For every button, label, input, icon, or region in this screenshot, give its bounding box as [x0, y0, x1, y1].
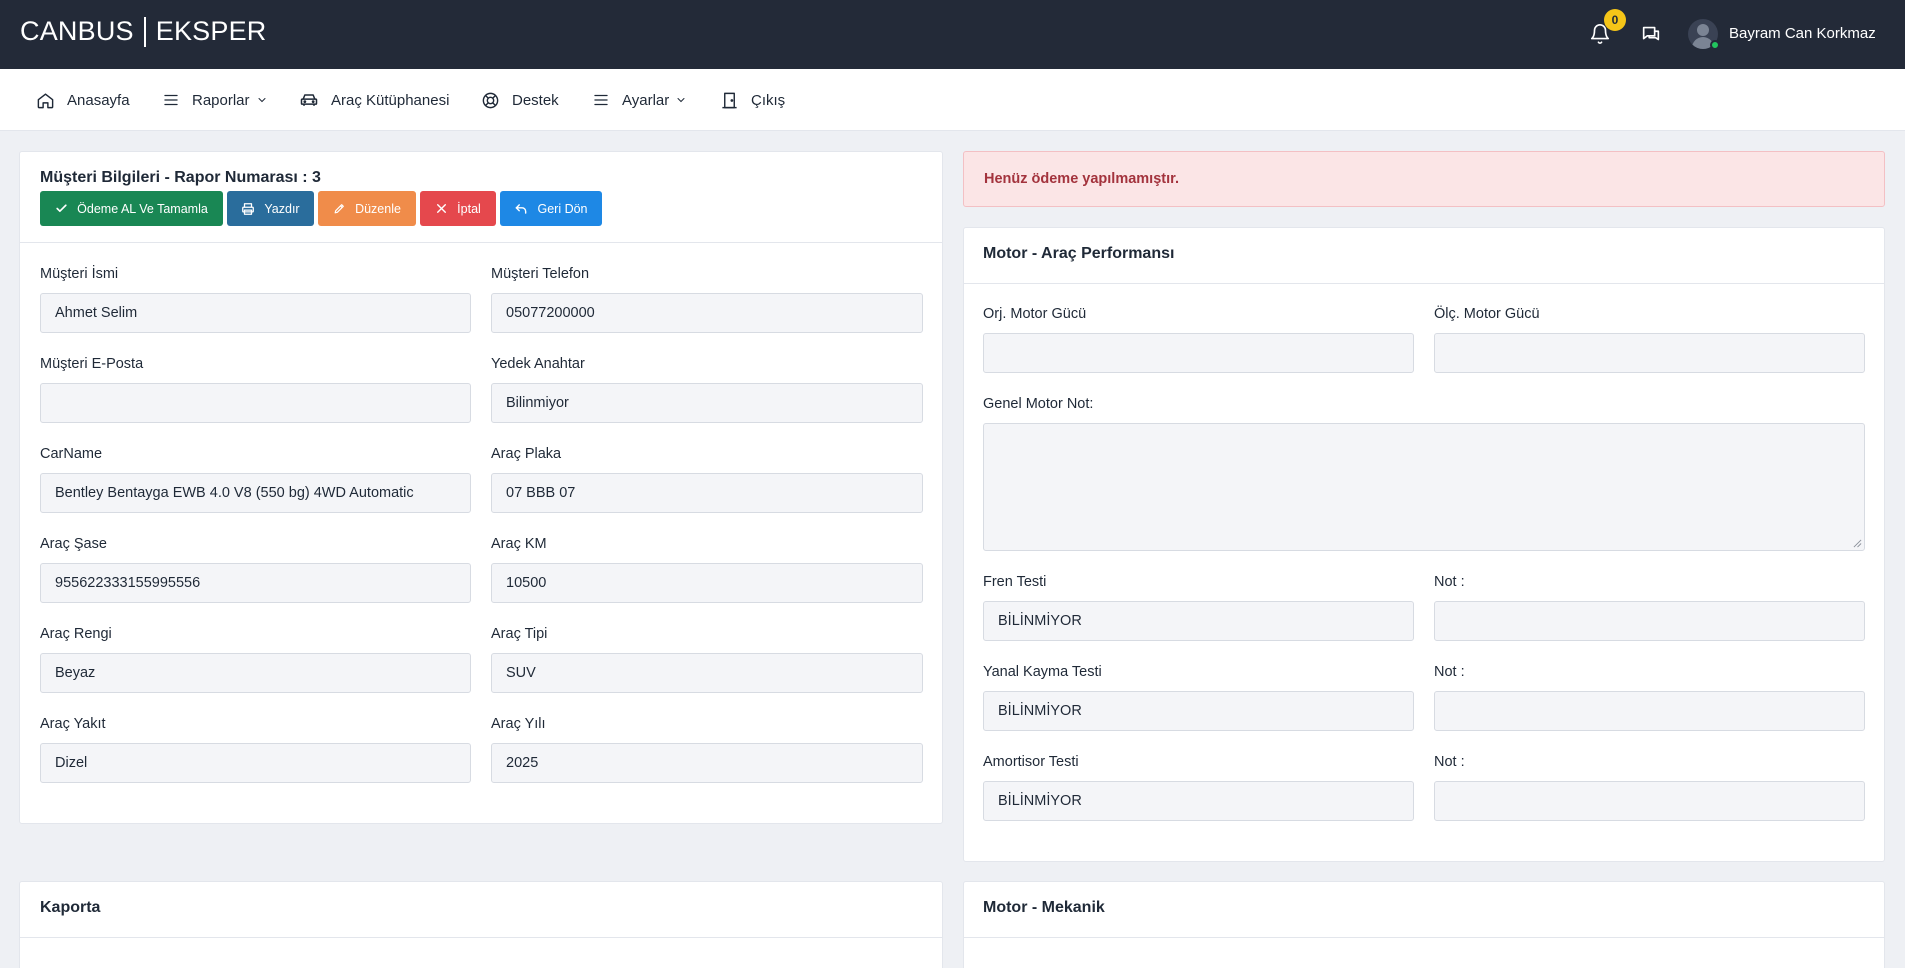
undo-icon — [516, 203, 527, 214]
pencil-icon — [334, 204, 344, 214]
cancel-button[interactable]: İptal — [420, 191, 496, 226]
nav-label: Destek — [512, 91, 559, 109]
year-label: Araç Yılı — [491, 716, 546, 732]
home-icon — [37, 92, 54, 108]
brake-test-field[interactable]: BİLİNMİYOR — [983, 601, 1414, 641]
customer-email-field[interactable] — [40, 383, 471, 423]
engine-mechanic-card — [963, 881, 1885, 968]
chat-icon — [1642, 26, 1660, 41]
resize-handle-icon[interactable] — [1853, 539, 1862, 548]
brand-logo[interactable]: CANBUS EKSPER — [20, 16, 266, 47]
card-header-divider — [20, 242, 942, 243]
year-field[interactable]: 2025 — [491, 743, 923, 783]
card-header-divider — [964, 937, 1884, 938]
color-field[interactable]: Beyaz — [40, 653, 471, 693]
engine-mechanic-title: Motor - Mekanik — [983, 899, 1105, 916]
brand-name-left: CANBUS — [20, 16, 134, 46]
shock-absorber-note-field[interactable] — [1434, 781, 1865, 821]
card-header-divider — [964, 283, 1884, 284]
chevron-down-icon — [258, 98, 266, 103]
nav-item-raporlar[interactable]: Raporlar — [162, 69, 268, 131]
nav-label: Anasayfa — [67, 91, 130, 109]
payment-alert-text: Henüz ödeme yapılmamıştır. — [984, 171, 1180, 187]
side-slip-note-field[interactable] — [1434, 691, 1865, 731]
nav-label: Araç Kütüphanesi — [331, 91, 450, 109]
payment-complete-button[interactable]: Ödeme AL Ve Tamamla — [40, 191, 223, 226]
fuel-field[interactable]: Dizel — [40, 743, 471, 783]
print-button[interactable]: Yazdır — [227, 191, 314, 226]
fuel-label: Araç Yakıt — [40, 716, 106, 732]
general-engine-note-label: Genel Motor Not: — [983, 396, 1094, 412]
edit-button[interactable]: Düzenle — [318, 191, 416, 226]
customer-phone-label: Müşteri Telefon — [491, 266, 590, 282]
logout-icon — [722, 92, 737, 108]
car-icon — [300, 94, 318, 106]
spare-key-label: Yedek Anahtar — [491, 356, 585, 372]
kaporta-card — [19, 881, 943, 968]
engine-performance-title: Motor - Araç Performansı — [983, 245, 1175, 262]
side-slip-note-label: Not : — [1434, 664, 1465, 680]
chassis-label: Araç Şase — [40, 536, 107, 552]
side-slip-test-label: Yanal Kayma Testi — [983, 664, 1102, 680]
nav-item-arac-kutuphanesi[interactable]: Araç Kütüphanesi — [299, 69, 449, 131]
brand-name-right: EKSPER — [155, 16, 267, 46]
measured-engine-power-field[interactable] — [1434, 333, 1865, 373]
nav-item-cikis[interactable]: Çıkış — [720, 69, 785, 131]
km-label: Araç KM — [491, 536, 547, 552]
go-back-button[interactable]: Geri Dön — [500, 191, 602, 226]
customer-name-label: Müşteri İsmi — [40, 266, 119, 282]
brake-test-label: Fren Testi — [983, 574, 1047, 590]
brand-separator — [143, 16, 146, 47]
customer-name-field[interactable]: Ahmet Selim — [40, 293, 471, 333]
plate-field[interactable]: 07 BBB 07 — [491, 473, 923, 513]
customer-phone-field[interactable]: 05077200000 — [491, 293, 923, 333]
shock-absorber-test-label: Amortisor Testi — [983, 754, 1079, 770]
vehicle-type-field[interactable]: SUV — [491, 653, 923, 693]
side-slip-test-field[interactable]: BİLİNMİYOR — [983, 691, 1414, 731]
card-header-divider — [20, 937, 942, 938]
color-label: Araç Rengi — [40, 626, 112, 642]
support-icon — [482, 92, 499, 108]
chevron-down-icon — [677, 98, 685, 103]
measured-engine-power-label: Ölç. Motor Gücü — [1434, 306, 1540, 322]
car-name-field[interactable]: Bentley Bentayga EWB 4.0 V8 (550 bg) 4WD… — [40, 473, 471, 513]
kaporta-title: Kaporta — [40, 899, 101, 916]
plate-label: Araç Plaka — [491, 446, 562, 462]
chassis-field[interactable]: 955622333155995556 — [40, 563, 471, 603]
printer-icon — [242, 202, 255, 215]
nav-label: Çıkış — [751, 91, 786, 109]
user-name[interactable]: Bayram Can Korkmaz — [1729, 25, 1876, 42]
orig-engine-power-field[interactable] — [983, 333, 1414, 373]
general-engine-note-textarea[interactable] — [983, 423, 1865, 551]
spare-key-field[interactable]: Bilinmiyor — [491, 383, 923, 423]
messages-button[interactable] — [1637, 20, 1665, 48]
nav-item-destek[interactable]: Destek — [481, 69, 559, 131]
nav-label: Raporlar — [192, 91, 250, 109]
brake-test-note-field[interactable] — [1434, 601, 1865, 641]
main-nav: Anasayfa Raporlar Araç Kütüphanesi Deste… — [0, 69, 1905, 131]
customer-card-title: Müşteri Bilgileri - Rapor Numarası : 3 — [40, 169, 321, 186]
nav-item-anasayfa[interactable]: Anasayfa — [36, 69, 130, 131]
brake-test-note-label: Not : — [1434, 574, 1465, 590]
close-icon — [437, 204, 447, 213]
orig-engine-power-label: Orj. Motor Gücü — [983, 306, 1087, 322]
check-icon — [56, 204, 67, 213]
shock-absorber-test-field[interactable]: BİLİNMİYOR — [983, 781, 1414, 821]
menu-icon — [164, 94, 178, 106]
menu-icon — [594, 94, 608, 106]
payment-alert: Henüz ödeme yapılmamıştır. — [963, 151, 1885, 207]
car-name-label: CarName — [40, 446, 103, 462]
shock-absorber-note-label: Not : — [1434, 754, 1465, 770]
vehicle-type-label: Araç Tipi — [491, 626, 548, 642]
nav-label: Ayarlar — [622, 91, 670, 109]
notification-count-badge: 0 — [1604, 9, 1626, 31]
customer-email-label: Müşteri E-Posta — [40, 356, 144, 372]
online-status-dot — [1710, 40, 1720, 50]
nav-item-ayarlar[interactable]: Ayarlar — [592, 69, 687, 131]
km-field[interactable]: 10500 — [491, 563, 923, 603]
